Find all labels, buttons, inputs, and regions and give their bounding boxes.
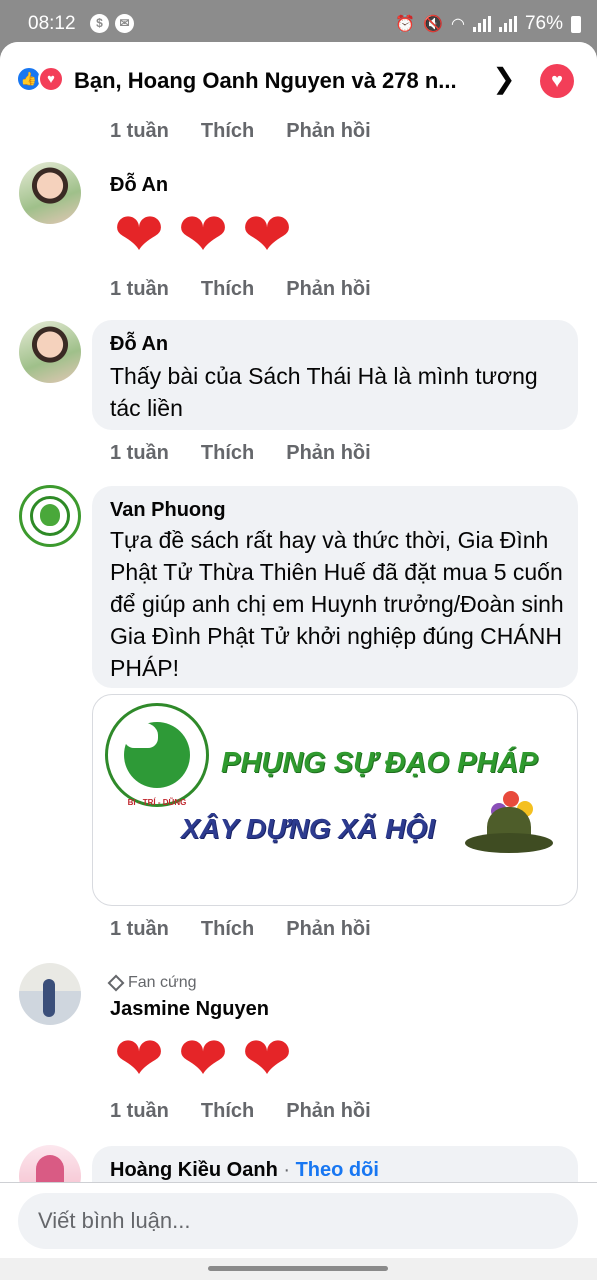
hat-brim [465, 833, 553, 853]
avatar[interactable] [19, 321, 81, 383]
like-button[interactable]: Thích [201, 120, 254, 143]
status-time: 08:12 [28, 13, 76, 34]
alarm-icon: ⏰ [395, 16, 416, 33]
comment-author[interactable]: Đỗ An [110, 333, 168, 356]
heart-emoji: ❤ [113, 201, 165, 268]
signal-2-icon [498, 16, 517, 32]
signal-icon [472, 16, 491, 32]
like-button[interactable]: Thích [201, 442, 254, 465]
heart-emoji: ❤ [241, 201, 293, 268]
reply-button[interactable]: Phản hồi [286, 120, 370, 143]
comment-actions: 1 tuần Thích Phản hồi [110, 442, 371, 465]
reactions-header[interactable]: 👍 ♥ Bạn, Hoang Oanh Nguyen và 278 n... ❯… [0, 42, 597, 116]
emoji-comment: ❤ ❤ ❤ [108, 201, 298, 268]
like-button[interactable]: Thích [201, 1100, 254, 1123]
like-button[interactable]: Thích [201, 918, 254, 941]
battery-percent: 76% [524, 13, 563, 34]
comment-time: 1 tuần [110, 120, 169, 142]
comment-actions: 1 tuần Thích Phản hồi [110, 1100, 371, 1123]
comment-actions: 1 tuần Thích Phản hồi [110, 278, 371, 301]
banner-line-2: XÂY DỰNG XÃ HỘI [181, 813, 435, 844]
love-button-icon[interactable]: ♥ [540, 64, 574, 98]
heart-emoji: ❤ [177, 201, 229, 268]
comment-author[interactable]: Hoàng Kiều Oanh [110, 1159, 278, 1181]
reply-button[interactable]: Phản hồi [286, 918, 370, 941]
reaction-icons: 👍 ♥ [16, 66, 70, 92]
status-bar: 08:12 $ ✉ ⏰ 🔇 ◠ 76% [0, 0, 597, 44]
fan-badge: Fan cứng [107, 974, 197, 992]
comment-bubble[interactable]: Van Phuong Tựa đề sách rất hay và thức t… [92, 486, 578, 688]
diamond-icon [107, 974, 125, 992]
comment-actions: 1 tuần Thích Phản hồi [110, 120, 371, 143]
heart-emoji: ❤ [113, 1025, 165, 1092]
comments-sheet: 👍 ♥ Bạn, Hoang Oanh Nguyen và 278 n... ❯… [0, 42, 597, 1258]
lotus-icon [124, 722, 158, 748]
logo-text: BI - TRÍ - DŨNG [127, 798, 187, 807]
comment-image[interactable]: BI - TRÍ - DŨNG PHỤNG SỰ ĐẠO PHÁP XÂY DỰ… [92, 694, 578, 906]
comment-time: 1 tuần [110, 278, 169, 300]
emoji-comment: ❤ ❤ ❤ [108, 1025, 298, 1092]
comment-bubble[interactable]: Đỗ An Thấy bài của Sách Thái Hà là mình … [92, 320, 578, 430]
chevron-right-icon[interactable]: ❯ [492, 64, 516, 94]
reactors-summary[interactable]: Bạn, Hoang Oanh Nguyen và 278 n... [74, 68, 484, 94]
comment-actions: 1 tuần Thích Phản hồi [110, 918, 371, 941]
comment-input[interactable]: Viết bình luận... [18, 1193, 578, 1249]
money-icon: $ [90, 14, 109, 33]
fan-badge-label: Fan cứng [128, 974, 197, 991]
comment-list[interactable]: 1 tuần Thích Phản hồi Đỗ An ❤ ❤ ❤ 1 tuần… [0, 42, 597, 1258]
like-button[interactable]: Thích [201, 278, 254, 301]
battery-icon [571, 15, 581, 33]
scout-hat-icon [461, 803, 557, 859]
banner-line-1: PHỤNG SỰ ĐẠO PHÁP [221, 747, 538, 779]
comment-author[interactable]: Đỗ An [110, 174, 168, 197]
gesture-bar [0, 1258, 597, 1280]
home-indicator[interactable] [208, 1266, 388, 1271]
wifi-icon: ◠ [451, 16, 465, 33]
heart-emoji: ❤ [241, 1025, 293, 1092]
status-right: ⏰ 🔇 ◠ 76% [395, 13, 581, 35]
comment-text: Tựa đề sách rất hay và thức thời, Gia Đì… [110, 527, 564, 681]
comment-author[interactable]: Jasmine Nguyen [110, 998, 269, 1021]
comment-time: 1 tuần [110, 918, 169, 940]
comment-time: 1 tuần [110, 1100, 169, 1122]
reply-button[interactable]: Phản hồi [286, 1100, 370, 1123]
reply-button[interactable]: Phản hồi [286, 442, 370, 465]
gdpt-logo: BI - TRÍ - DŨNG [105, 703, 209, 807]
comment-author-line: Hoàng Kiều Oanh · Theo dõi [110, 1159, 379, 1182]
avatar[interactable] [19, 162, 81, 224]
separator-dot: · [283, 1159, 291, 1181]
follow-button[interactable]: Theo dõi [296, 1159, 379, 1181]
messenger-icon: ✉ [115, 14, 134, 33]
status-notification-icons: $ ✉ [90, 14, 134, 33]
avatar[interactable] [19, 485, 81, 547]
love-reaction-icon: ♥ [38, 66, 64, 92]
avatar[interactable] [19, 963, 81, 1025]
comment-author[interactable]: Van Phuong [110, 499, 226, 522]
reply-button[interactable]: Phản hồi [286, 278, 370, 301]
mute-icon: 🔇 [423, 16, 443, 33]
avatar-figure [43, 979, 55, 1017]
leaf-icon [40, 504, 60, 526]
comment-text: Thấy bài của Sách Thái Hà là mình tương … [110, 363, 538, 421]
comment-time: 1 tuần [110, 442, 169, 464]
heart-emoji: ❤ [177, 1025, 229, 1092]
comment-composer: Viết bình luận... [0, 1182, 597, 1258]
